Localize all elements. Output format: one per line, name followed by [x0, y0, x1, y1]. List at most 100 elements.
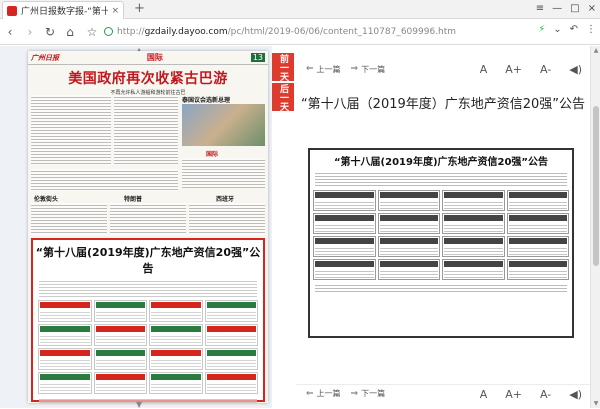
company-cell: [149, 324, 203, 346]
favicon-icon: [7, 5, 17, 16]
article-text-block[interactable]: [31, 95, 111, 165]
font-tools: A A+ A- ◀): [480, 60, 582, 78]
company-cell: [377, 259, 440, 280]
company-cell: [149, 372, 203, 394]
maximize-button[interactable]: □: [570, 2, 579, 16]
ad-company-grid: [38, 300, 258, 394]
next-article-button[interactable]: ⇒ 下一篇: [351, 64, 386, 75]
article-panel: ⇐ 上一篇 ⇒ 下一篇 A A+ A- ◀) “第十八届（2019年度）广东地产资信…: [296, 46, 590, 408]
company-cell: [204, 324, 258, 346]
company-cell: [313, 190, 376, 211]
article-text-block[interactable]: [31, 203, 107, 235]
newspaper-masthead: 广州日报: [31, 53, 59, 62]
article-text-block[interactable]: [114, 95, 178, 165]
company-cell: [38, 348, 92, 370]
article-title: “第十八届（2019年度）广东地产资信20强”公告: [300, 97, 586, 112]
newspaper-headline[interactable]: 美国政府再次收紧古巴游: [28, 68, 268, 88]
page-scrollbar[interactable]: ▲ ▼: [590, 46, 600, 408]
newspaper-section: 国际: [146, 53, 163, 62]
article-toolbar-top: ⇐ 上一篇 ⇒ 下一篇 A A+ A- ◀): [296, 60, 590, 78]
browser-tab[interactable]: 广州日报数字报-“第十八届（20 ×: [2, 1, 124, 19]
audio-icon[interactable]: ◀): [569, 388, 582, 401]
company-cell: [442, 236, 505, 257]
company-cell: [313, 259, 376, 280]
page-content: ▲ 广州日报 国际 13 美国政府再次收紧古巴游 不再允许私人游船和游轮前往古巴…: [0, 46, 600, 409]
newspaper-header: 广州日报 国际 13: [28, 51, 268, 65]
article-image[interactable]: “第十八届(2019年度)广东地产资信20强”公告: [308, 148, 574, 338]
font-tools-bottom: A A+ A- ◀): [480, 385, 582, 403]
font-large-button[interactable]: A+: [505, 388, 522, 401]
security-icon: [104, 27, 113, 36]
article-toolbar-bottom: ⇐ 上一篇 ⇒ 下一篇 A A+ A- ◀): [296, 384, 590, 402]
scrollbar-up-icon[interactable]: ▲: [591, 47, 600, 54]
company-cell: [506, 236, 569, 257]
font-small-button[interactable]: A: [480, 63, 488, 76]
article-text-block[interactable]: [31, 169, 178, 191]
company-cell: [93, 372, 147, 394]
forward-button[interactable]: ›: [20, 25, 40, 39]
tab-title: 广州日报数字报-“第十八届（20: [21, 7, 109, 17]
article-title-snippet[interactable]: 伦敦街头: [34, 194, 58, 203]
article-title-snippet[interactable]: 泰国议会选新总理: [182, 95, 230, 104]
close-window-button[interactable]: ×: [588, 2, 596, 16]
article-text-block[interactable]: [189, 203, 265, 235]
article-image-title: “第十八届(2019年度)广东地产资信20强”公告: [333, 157, 549, 168]
company-cell: [38, 300, 92, 322]
next-article-button-bottom[interactable]: ⇒ 下一篇: [351, 388, 386, 399]
navigation-bar: ‹ › ↻ ⌂ ☆ http://gzdaily.dayoo.com/pc/ht…: [0, 19, 600, 45]
company-cell: [149, 348, 203, 370]
company-cell: [313, 213, 376, 234]
prev-article-button[interactable]: ⇐ 上一篇: [306, 64, 341, 75]
company-cell: [377, 190, 440, 211]
company-cell: [442, 213, 505, 234]
news-photo[interactable]: [182, 104, 265, 146]
company-cell: [377, 236, 440, 257]
date-nav-tabs: 前一天 后一天: [272, 53, 294, 111]
font-large-button[interactable]: A+: [505, 63, 522, 76]
article-title-snippet[interactable]: 特朗普: [124, 194, 142, 203]
selected-ad-region[interactable]: “第十八届(2019年度)广东地产资信20强”公告: [31, 238, 265, 403]
back-button[interactable]: ‹: [0, 25, 20, 39]
bookmark-star-icon[interactable]: ☆: [82, 25, 102, 39]
article-image-intro: [315, 171, 567, 187]
reload-button[interactable]: ↻: [40, 25, 60, 39]
font-reduce-button[interactable]: A-: [540, 63, 551, 76]
tab-bar: 广州日报数字报-“第十八届（20 × + ≡ — □ ×: [0, 0, 600, 19]
company-cell: [313, 236, 376, 257]
more-icon[interactable]: ⋮: [586, 24, 596, 35]
company-cell: [93, 348, 147, 370]
newspaper-page[interactable]: 广州日报 国际 13 美国政府再次收紧古巴游 不再允许私人游船和游轮前往古巴 泰…: [28, 51, 268, 403]
font-reduce-button[interactable]: A-: [540, 388, 551, 401]
home-button[interactable]: ⌂: [60, 25, 80, 39]
scrollbar-thumb[interactable]: [593, 106, 599, 266]
company-cell: [506, 213, 569, 234]
article-text-block[interactable]: [110, 203, 186, 235]
new-tab-button[interactable]: +: [134, 2, 145, 16]
company-cell: [38, 372, 92, 394]
company-cell: [442, 259, 505, 280]
company-cell: [204, 372, 258, 394]
scrollbar-down-icon[interactable]: ▼: [591, 400, 600, 407]
font-small-button[interactable]: A: [480, 388, 488, 401]
article-title-snippet[interactable]: 西班牙: [216, 194, 234, 203]
newspaper-page-number: 13: [250, 53, 265, 62]
company-cell: [204, 348, 258, 370]
company-cell: [377, 213, 440, 234]
company-cell: [204, 300, 258, 322]
undo-icon[interactable]: ↶: [570, 24, 578, 35]
article-text-block[interactable]: [182, 158, 265, 188]
next-day-tab[interactable]: 后一天: [272, 83, 294, 111]
newspaper-panel: ▲ 广州日报 国际 13 美国政府再次收紧古巴游 不再允许私人游船和游轮前往古巴…: [0, 46, 272, 409]
previous-day-tab[interactable]: 前一天: [272, 53, 294, 81]
minimize-button[interactable]: —: [552, 2, 562, 16]
menu-icon[interactable]: ≡: [536, 2, 544, 16]
dropdown-icon[interactable]: ⌄: [553, 24, 561, 35]
company-cell: [506, 259, 569, 280]
arrow-left-icon: ⇐: [306, 388, 314, 399]
address-bar[interactable]: http://gzdaily.dayoo.com/pc/html/2019-06…: [104, 23, 504, 40]
flash-icon[interactable]: ⚡: [538, 24, 545, 35]
ad-footer-text: [39, 397, 257, 403]
prev-article-button-bottom[interactable]: ⇐ 上一篇: [306, 388, 341, 399]
tab-close-icon[interactable]: ×: [111, 6, 119, 16]
audio-icon[interactable]: ◀): [569, 63, 582, 76]
